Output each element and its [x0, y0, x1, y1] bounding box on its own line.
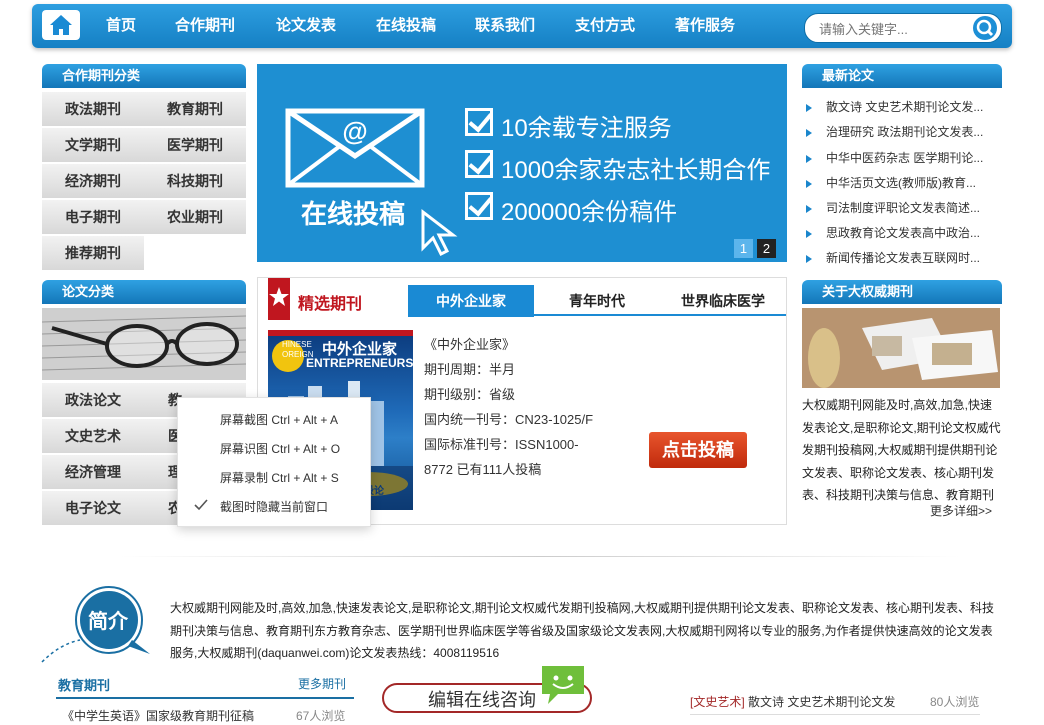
coop-item-law[interactable]: 政法期刊: [42, 92, 144, 126]
submit-button[interactable]: 点击投稿: [649, 432, 747, 468]
magazines-illustration: [802, 308, 1000, 388]
journal-level: 期刊级别：省级: [424, 387, 516, 402]
coop-journal-grid: 政法期刊 教育期刊 文学期刊 医学期刊 经济期刊 科技期刊 电子期刊 农业期刊 …: [42, 92, 246, 272]
coop-item-medical[interactable]: 医学期刊: [144, 128, 246, 162]
check-icon: [465, 192, 493, 220]
section-divider: [120, 556, 960, 557]
journal-cn-number: 国内统一刊号：CN23-1025/F: [424, 412, 594, 427]
envelope-icon: @: [285, 108, 425, 188]
banner-online-submit-label: 在线投稿: [301, 199, 406, 229]
home-icon: [50, 15, 72, 35]
coop-item-literature[interactable]: 文学期刊: [42, 128, 144, 162]
edu-divider: [56, 697, 354, 699]
edu-item[interactable]: 《中学生英语》国家级教育期刊征稿: [62, 707, 254, 724]
star-icon: [269, 287, 289, 306]
glasses-image: [42, 308, 246, 380]
coop-item-recommended[interactable]: 推荐期刊: [42, 236, 144, 270]
cover-text-chinese: HINESE: [282, 340, 312, 349]
journal-issn: 国际标准刊号：ISSN1000-: [424, 437, 579, 452]
svg-text:@: @: [342, 116, 367, 146]
featured-title: 精选期刊: [298, 296, 363, 313]
nav-paper-publish[interactable]: 论文发表: [276, 4, 336, 48]
checkmark-icon: [194, 499, 208, 511]
nav-home[interactable]: 首页: [106, 4, 136, 48]
banner-line-3: 200000余份稿件: [501, 199, 678, 226]
journal-name[interactable]: 《中外企业家》: [424, 334, 515, 353]
screenshot-context-menu: 屏幕截图 Ctrl + Alt + A 屏幕识图 Ctrl + Alt + O …: [177, 397, 371, 527]
paper-category-header: 论文分类: [42, 280, 246, 304]
nav-coop-journals[interactable]: 合作期刊: [175, 4, 235, 48]
ctx-screen-capture[interactable]: 屏幕截图 Ctrl + Alt + A: [220, 411, 338, 428]
coop-item-technology[interactable]: 科技期刊: [144, 164, 246, 198]
about-more-link[interactable]: 更多详细>>: [930, 502, 992, 519]
nav-payment[interactable]: 支付方式: [575, 4, 635, 48]
search-button[interactable]: [973, 16, 997, 40]
latest-item-7[interactable]: 新闻传播论文发表互联网时...: [806, 249, 980, 266]
ctx-hide-window[interactable]: 截图时隐藏当前窗口: [220, 498, 328, 515]
banner-line-2: 1000余家杂志社长期合作: [501, 157, 771, 184]
latest-item-4[interactable]: 中华活页文选(教师版)教育...: [806, 174, 976, 191]
home-button[interactable]: [42, 10, 80, 40]
paper-item-electronics[interactable]: 电子论文: [42, 491, 144, 525]
tab-qingnian-shidai[interactable]: 青年时代: [534, 285, 660, 317]
right-item-divider: [690, 714, 980, 715]
featured-ribbon: [268, 278, 290, 320]
nav-works[interactable]: 著作服务: [675, 4, 735, 48]
about-text: 大权威期刊网能及时,高效,加急,快速发表论文,是职称论文,期刊论文权威代发期刊投…: [802, 398, 1001, 502]
check-icon: [465, 150, 493, 178]
chat-bubble-icon[interactable]: [538, 662, 588, 708]
coop-item-economy[interactable]: 经济期刊: [42, 164, 144, 198]
cover-title-en: ENTREPRENEURS: [306, 356, 413, 370]
check-icon: [465, 108, 493, 136]
coop-item-agriculture[interactable]: 农业期刊: [144, 200, 246, 234]
nav-contact[interactable]: 联系我们: [475, 4, 535, 48]
journal-submission-count: 8772 已有111人投稿: [424, 462, 542, 477]
coop-journals-header: 合作期刊分类: [42, 64, 246, 88]
cover-top-band: [268, 330, 413, 336]
latest-item-3[interactable]: 中华中医药杂志 医学期刊论...: [806, 149, 983, 166]
search-input[interactable]: [817, 18, 961, 40]
search-icon: [976, 19, 994, 37]
tab-shijie-linchuang-yixue[interactable]: 世界临床医学: [660, 285, 786, 317]
magazines-image: [802, 308, 1000, 388]
banner-page-1[interactable]: 1: [734, 239, 753, 258]
intro-text: 大权威期刊网能及时,高效,加急,快速发表论文,是职称论文,期刊论文权威代发期刊投…: [170, 601, 995, 660]
glasses-illustration: [42, 308, 246, 380]
right-item-title[interactable]: 散文诗 文史艺术期刊论文发: [748, 693, 895, 710]
search-box: [804, 13, 1002, 43]
latest-item-5[interactable]: 司法制度评职论文发表简述...: [806, 199, 980, 216]
more-journals-link[interactable]: 更多期刊: [298, 675, 346, 692]
paper-item-literature-art[interactable]: 文史艺术: [42, 419, 144, 453]
ctx-screen-recognize[interactable]: 屏幕识图 Ctrl + Alt + O: [220, 440, 340, 457]
paper-item-economic-management[interactable]: 经济管理: [42, 455, 144, 489]
banner-page-2[interactable]: 2: [757, 239, 776, 258]
right-item-views: 80人浏览: [930, 695, 980, 709]
journal-cycle: 期刊周期：半月: [424, 362, 516, 377]
paper-item-law[interactable]: 政法论文: [42, 383, 144, 417]
tab-zhongwai-qiyejia[interactable]: 中外企业家: [408, 285, 534, 317]
coop-item-electronics[interactable]: 电子期刊: [42, 200, 144, 234]
top-navbar: 首页 合作期刊 论文发表 在线投稿 联系我们 支付方式 著作服务: [32, 4, 1012, 48]
edu-item-views: 67人浏览: [296, 709, 346, 723]
coop-item-education[interactable]: 教育期刊: [144, 92, 246, 126]
banner-line-1: 10余载专注服务: [501, 115, 672, 142]
latest-papers-header: 最新论文: [802, 64, 1002, 88]
intro-badge-label: 简介: [88, 611, 128, 633]
latest-item-1[interactable]: 散文诗 文史艺术期刊论文发...: [806, 98, 983, 115]
edu-journals-title: 教育期刊: [58, 678, 111, 693]
latest-item-6[interactable]: 思政教育论文发表高中政治...: [806, 224, 980, 241]
about-header: 关于大权威期刊: [802, 280, 1002, 304]
hero-banner[interactable]: @ 在线投稿 10余载专注服务 1000余家杂志社长期合作 200000余份稿件…: [257, 64, 787, 262]
nav-online-submit[interactable]: 在线投稿: [376, 4, 436, 48]
ctx-screen-record[interactable]: 屏幕录制 Ctrl + Alt + S: [220, 469, 339, 486]
latest-item-2[interactable]: 治理研究 政法期刊论文发表...: [806, 123, 983, 140]
cursor-icon: [421, 208, 458, 257]
right-item-tag[interactable]: [文史艺术]: [690, 693, 745, 710]
consult-label: 编辑在线咨询: [428, 690, 536, 710]
